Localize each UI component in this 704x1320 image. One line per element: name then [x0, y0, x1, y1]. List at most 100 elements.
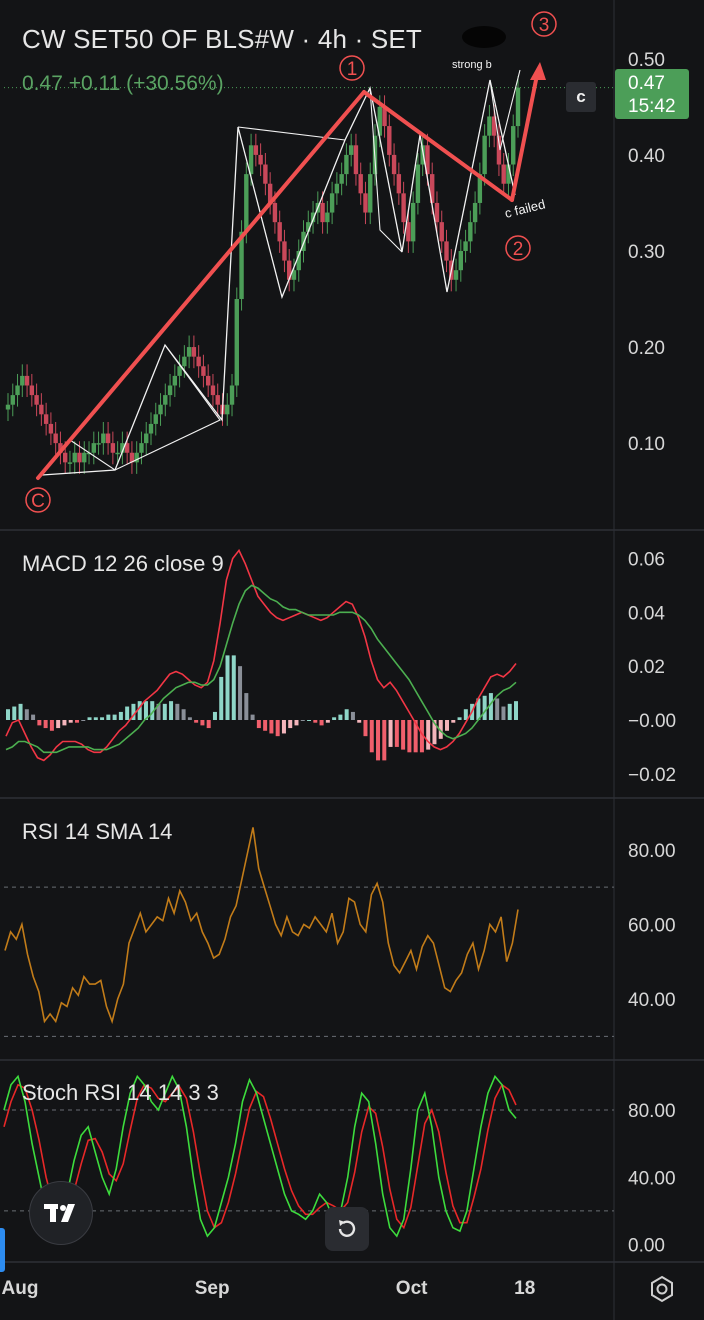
candle-body	[320, 202, 325, 223]
macd-histogram-bar	[231, 655, 236, 720]
candle-body	[67, 462, 73, 464]
macd-histogram-bar	[125, 706, 130, 720]
candle-body	[410, 202, 416, 242]
macd-histogram-bar	[363, 720, 368, 737]
candle-body	[96, 443, 101, 445]
macd-histogram-bar	[319, 720, 324, 726]
candle-body	[101, 433, 106, 444]
macd-histogram-bar	[187, 717, 192, 720]
wave-2-label: 2	[513, 239, 524, 260]
rsi-title: RSI 14 SMA 14	[22, 819, 173, 844]
chart-canvas[interactable]: 0.100.200.300.400.50C123strong bc failed…	[0, 0, 704, 1320]
candle-body	[172, 375, 178, 386]
candle-body	[353, 145, 359, 175]
reset-icon[interactable]	[325, 1207, 369, 1251]
macd-axis-label: 0.02	[628, 657, 665, 678]
macd-histogram-bar	[426, 720, 431, 750]
stoch-rsi-title: Stoch RSI 14 14 3 3	[22, 1080, 219, 1105]
candle-body	[244, 174, 249, 232]
candle-body	[344, 154, 349, 175]
macd-histogram-bar	[288, 720, 293, 729]
rsi-axis-label: 80.00	[628, 841, 676, 862]
price-axis-label: 0.10	[628, 434, 665, 455]
macd-histogram-bar	[407, 720, 412, 753]
candle-body	[62, 452, 68, 463]
candle-body	[482, 135, 487, 175]
macd-histogram-bar	[219, 676, 224, 720]
candle-body	[48, 423, 54, 434]
wave-c-label: C	[31, 491, 45, 512]
macd-histogram-bar	[194, 720, 199, 723]
candle-body	[258, 154, 263, 165]
settings-gear-icon[interactable]	[646, 1273, 678, 1305]
macd-histogram-bar	[263, 720, 268, 731]
candle-body	[387, 126, 392, 155]
macd-histogram-bar	[100, 717, 105, 720]
candle-body	[201, 366, 206, 376]
candle-body	[229, 385, 235, 405]
macd-histogram-bar	[275, 720, 280, 737]
macd-histogram-bar	[307, 720, 312, 721]
candle-body	[277, 222, 282, 242]
price-axis-label: 0.40	[628, 146, 665, 167]
candle-body	[444, 241, 449, 261]
candle-body	[334, 183, 340, 194]
candle-body	[396, 174, 402, 194]
last-price-tag: 0.47 15:42	[615, 69, 689, 119]
macd-histogram-bar	[37, 720, 42, 726]
candle-body	[358, 174, 363, 194]
wave-3-label: 3	[539, 15, 550, 36]
candle-body	[182, 356, 187, 367]
side-panel-handle[interactable]	[0, 1228, 5, 1272]
macd-histogram-bar	[49, 720, 54, 731]
price-change: 0.47 +0.11 (+30.56%)	[22, 72, 224, 95]
macd-histogram-bar	[31, 714, 36, 720]
chart-title: CW SET50 OF BLS#W · 4h · SET	[22, 24, 423, 54]
rsi-line	[4, 827, 519, 1025]
candle-body	[487, 116, 492, 136]
macd-histogram-bar	[482, 695, 487, 720]
strong-b-annotation: strong b	[452, 59, 492, 71]
candle-body	[391, 154, 397, 175]
macd-title: MACD 12 26 close 9	[22, 551, 224, 576]
candle-body	[282, 241, 287, 261]
candle-body	[348, 145, 354, 155]
macd-histogram-bar	[325, 720, 330, 723]
macd-histogram-bar	[457, 717, 462, 720]
candle-body	[325, 212, 330, 223]
price-axis-label: 0.30	[628, 242, 665, 263]
candle-body	[186, 347, 192, 357]
macd-histogram-bar	[357, 720, 362, 723]
candle-body	[15, 385, 20, 396]
candle-body	[196, 356, 201, 367]
candle-body	[24, 375, 30, 386]
candle-body	[463, 241, 468, 251]
candle-body	[434, 202, 440, 223]
c-badge[interactable]: c	[566, 82, 596, 112]
macd-histogram-bar	[112, 714, 117, 720]
macd-histogram-bar	[24, 709, 29, 720]
macd-histogram-bar	[495, 698, 500, 720]
candle-body	[205, 375, 211, 386]
candle-body	[5, 404, 11, 410]
candle-body	[225, 404, 230, 415]
macd-histogram-bar	[238, 666, 243, 720]
stoch-axis-label: 0.00	[628, 1236, 665, 1257]
macd-histogram-bar	[118, 711, 123, 720]
macd-histogram-bar	[200, 720, 205, 726]
time-axis-label: Oct	[396, 1278, 428, 1299]
wave-projection-arrow	[510, 73, 539, 202]
rsi-axis-label: 40.00	[628, 990, 676, 1011]
candle-body	[105, 433, 111, 444]
macd-histogram-bar	[394, 720, 399, 747]
macd-histogram-bar	[300, 720, 305, 721]
macd-axis-label: 0.04	[628, 603, 665, 624]
candle-body	[115, 452, 120, 455]
candle-body	[82, 452, 87, 463]
candle-body	[191, 347, 197, 357]
wave-trend-line	[36, 90, 366, 480]
candle-body	[368, 174, 373, 213]
tradingview-logo-icon[interactable]	[29, 1181, 93, 1245]
macd-histogram-bar	[281, 720, 286, 734]
candle-body	[453, 270, 459, 280]
